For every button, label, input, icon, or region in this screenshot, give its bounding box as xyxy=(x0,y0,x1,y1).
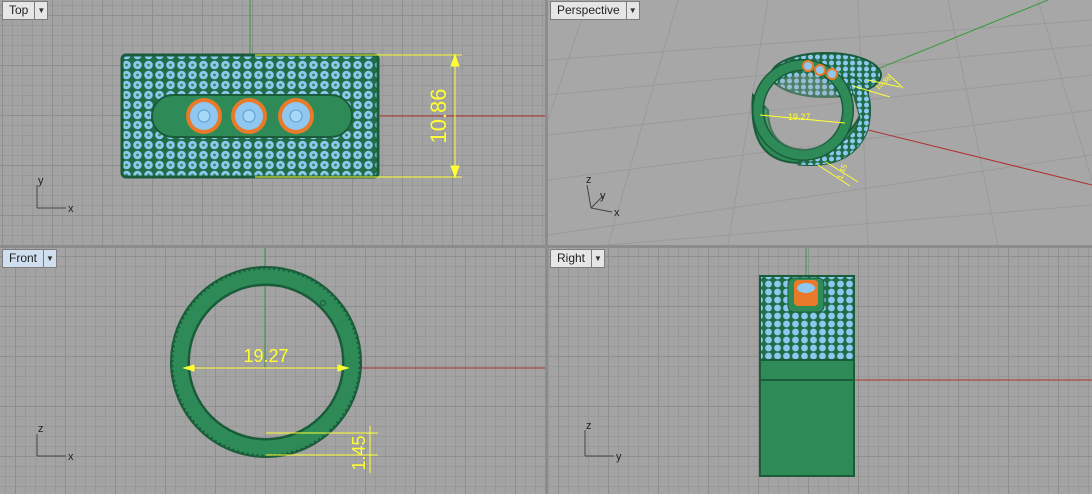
chevron-down-icon[interactable]: ▼ xyxy=(43,250,56,267)
chevron-down-icon[interactable]: ▼ xyxy=(34,2,47,19)
axis-label-y: y xyxy=(600,190,606,202)
viewport-right[interactable]: Right ▼ z y xyxy=(548,248,1092,494)
axis-label-x: x xyxy=(68,203,74,215)
viewport-top[interactable]: Top ▼ 10.86 y x xyxy=(0,0,545,245)
axis-label-z: z xyxy=(38,423,44,435)
dimension-label-thickness: 1.45 xyxy=(835,162,849,180)
axis-label-x: x xyxy=(614,207,620,219)
axis-label-y: y xyxy=(38,175,44,187)
viewport-tab-right[interactable]: Right ▼ xyxy=(550,249,606,268)
axis-label-z: z xyxy=(586,174,592,186)
ring-side xyxy=(759,275,855,477)
viewport-front[interactable]: Front ▼ 19.27 1.45 z x xyxy=(0,248,545,494)
viewport-tab-label: Front xyxy=(9,251,38,265)
axis-label-y: y xyxy=(616,451,622,463)
axis-label-x: x xyxy=(68,451,74,463)
axis-label-z: z xyxy=(586,420,592,432)
top-scene: 10.86 y x xyxy=(36,0,545,215)
x-axis-line xyxy=(847,124,1092,186)
dimension-label-inner: 19.27 xyxy=(243,346,288,366)
viewport-tab-label: Right xyxy=(557,251,586,265)
viewport-tab-front[interactable]: Front ▼ xyxy=(2,249,58,268)
dimension-label: 10.86 xyxy=(426,88,451,143)
center-stones xyxy=(186,98,314,134)
viewport-tab-label: Perspective xyxy=(557,3,620,17)
axis-gizmo xyxy=(36,185,66,209)
dimension-label-thickness: 1.45 xyxy=(349,435,369,470)
viewport-tab-label: Top xyxy=(9,3,29,17)
front-scene: 19.27 1.45 z x xyxy=(36,248,545,473)
dimension-label-inner: 19.27 xyxy=(788,112,811,122)
viewport-perspective[interactable]: Perspective ▼ 19.27 10.86 1.45 z y x xyxy=(548,0,1092,245)
chevron-down-icon[interactable]: ▼ xyxy=(591,250,604,267)
axis-gizmo xyxy=(584,430,614,457)
chevron-down-icon[interactable]: ▼ xyxy=(625,2,639,19)
axis-gizmo xyxy=(36,434,66,457)
ring-3d xyxy=(751,52,882,167)
right-scene: z y xyxy=(584,248,1092,477)
viewport-tab-perspective[interactable]: Perspective ▼ xyxy=(550,1,640,20)
perspective-scene: 19.27 10.86 1.45 z y x xyxy=(548,0,1092,245)
viewport-tab-top[interactable]: Top ▼ xyxy=(2,1,49,20)
